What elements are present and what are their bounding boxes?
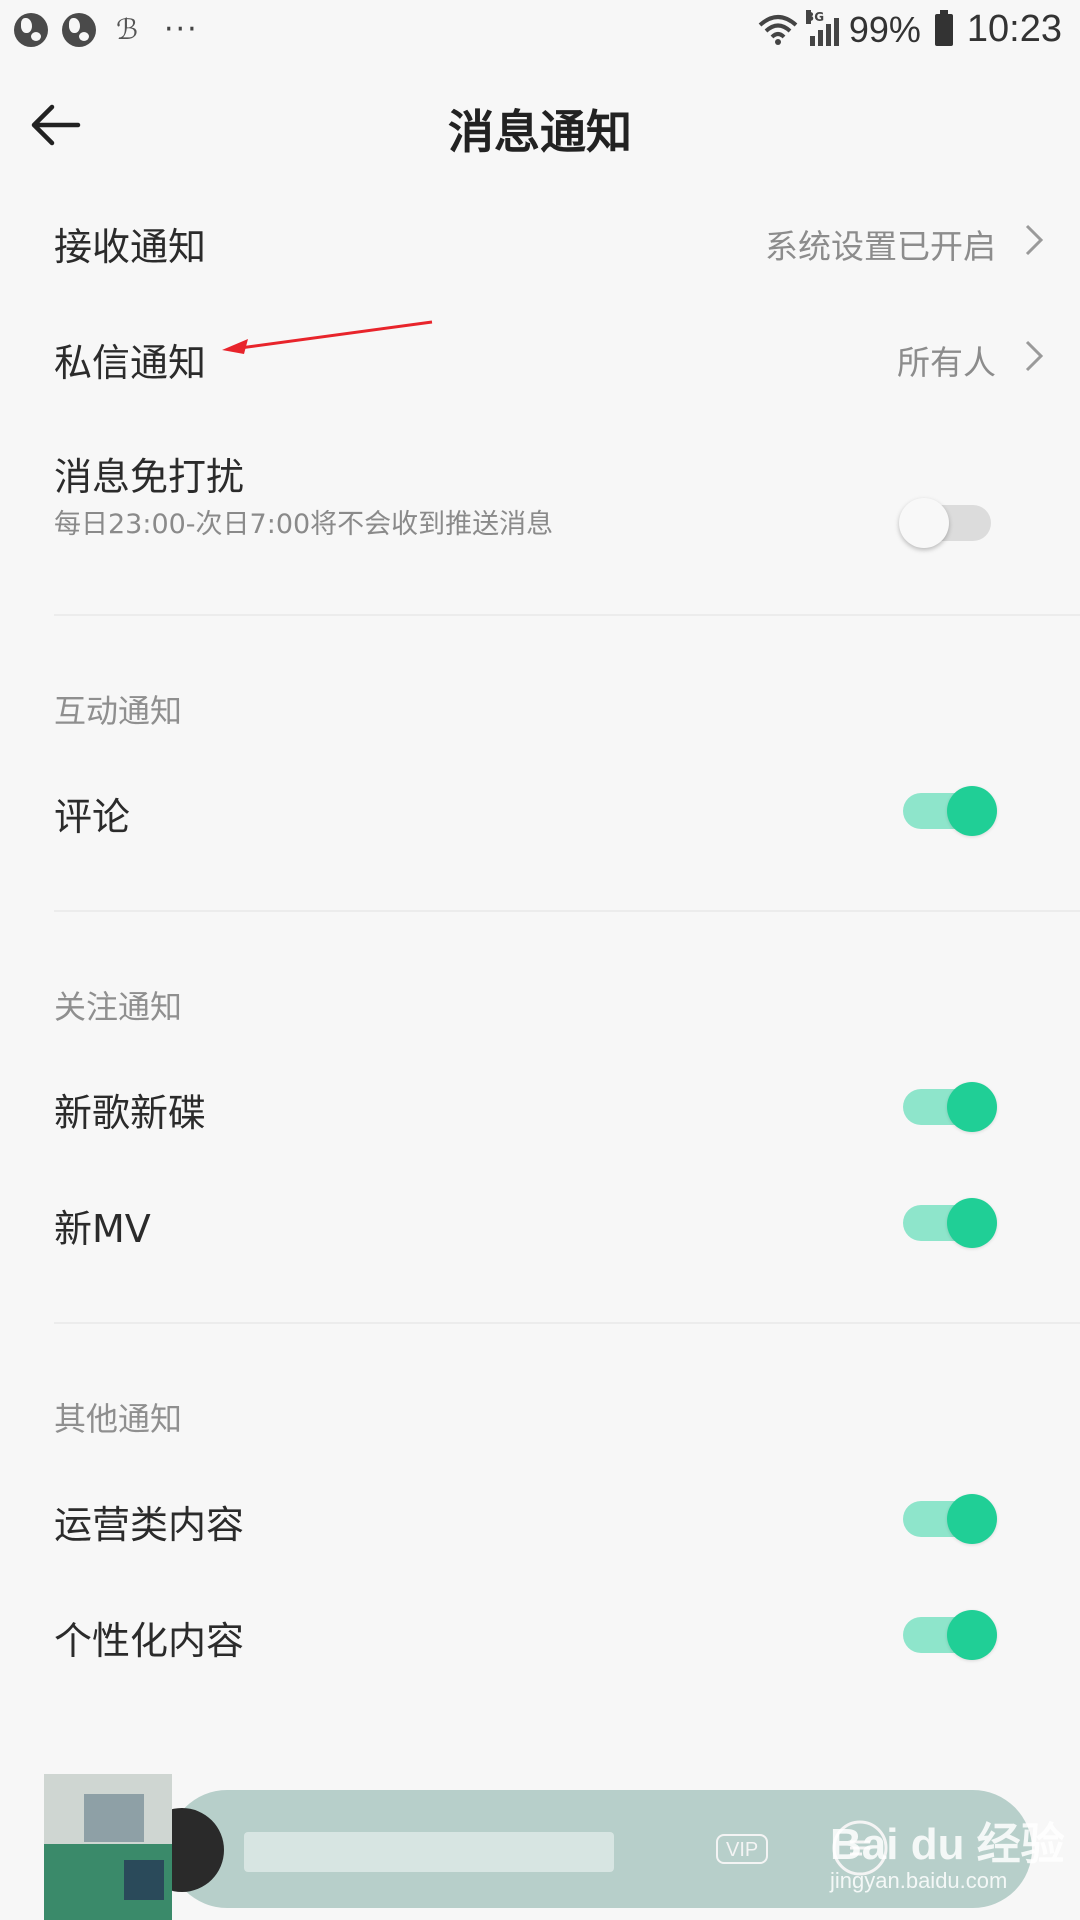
new-mv-toggle[interactable] [903,1192,999,1254]
new-mv-row: 新MV [0,1164,1080,1280]
receive-notifications-row[interactable]: 接收通知 系统设置已开启 [0,182,1080,298]
row-subtitle: 每日23:00-次日7:00将不会收到推送消息 [54,509,554,540]
do-not-disturb-toggle[interactable] [899,492,999,554]
operational-content-row: 运营类内容 [0,1460,1080,1576]
vip-badge[interactable]: VIP [716,1834,769,1864]
divider [54,910,1080,912]
divider [54,1322,1080,1324]
row-value: 所有人 [897,343,996,382]
section-title-follow: 关注通知 [54,988,183,1026]
signal-icon: 3G [805,9,839,46]
row-label: 新MV [54,1207,151,1251]
annotation-arrow [222,320,433,354]
chevron-right-icon [1025,224,1044,256]
row-label: 私信通知 [54,341,207,385]
watermark-url: jingyan.baidu.com [830,1868,1008,1893]
row-label: 个性化内容 [54,1619,245,1663]
row-label: 消息免打扰 [54,455,245,499]
row-value: 系统设置已开启 [765,227,996,266]
status-bar: ℬ ··· 3G 99% 10:23 [0,0,1080,66]
comment-row: 评论 [0,752,1080,868]
new-album-row: 新歌新碟 [0,1048,1080,1164]
globe-icon [62,12,96,47]
wifi-icon [758,14,798,45]
private-message-notifications-row[interactable]: 私信通知 所有人 [0,298,1080,414]
app-notification-icon: ℬ [115,13,138,46]
row-label: 评论 [54,795,131,839]
globe-icon [14,12,48,47]
row-label: 新歌新碟 [54,1091,207,1135]
page-title: 消息通知 [448,105,632,159]
new-album-toggle[interactable] [903,1076,999,1138]
clock: 10:23 [966,8,1062,50]
do-not-disturb-row: 消息免打扰 每日23:00-次日7:00将不会收到推送消息 [0,430,1080,570]
section-title-other: 其他通知 [54,1400,183,1438]
watermark-text: Bai du 经验 [830,1820,1065,1869]
album-cover[interactable] [44,1774,172,1920]
personalized-content-row: 个性化内容 [0,1576,1080,1692]
song-title-blurred [244,1832,614,1872]
battery-icon [934,9,953,46]
row-label: 运营类内容 [54,1503,245,1547]
divider [54,614,1080,616]
row-label: 接收通知 [54,225,207,269]
chevron-right-icon [1025,340,1044,372]
network-type: 3G [805,9,825,24]
section-title-interaction: 互动通知 [54,692,183,730]
status-left-icons: ℬ ··· [14,12,199,47]
comment-toggle[interactable] [903,780,999,842]
personalized-content-toggle[interactable] [903,1604,999,1666]
battery-percent: 99% [848,8,921,50]
status-right-icons: 3G 99% 10:23 [756,8,1062,51]
operational-content-toggle[interactable] [903,1488,999,1550]
more-notifications-icon: ··· [164,12,199,47]
header: 消息通知 [0,66,1080,182]
